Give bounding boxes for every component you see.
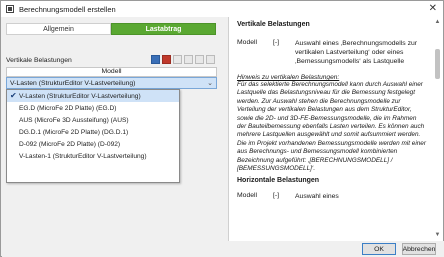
help-property-row: Modell [-] Auswahl eines ‚Berechnungsmod… — [237, 39, 429, 66]
help-pane: Vertikale Belastungen Modell [-] Auswahl… — [228, 17, 443, 241]
dropdown-option[interactable]: EG.D (MicroFe 2D Platte) (EG.D) — [7, 102, 179, 114]
tab-bar: Allgemein Lastabtrag — [6, 23, 217, 35]
close-icon[interactable]: ✕ — [429, 3, 437, 15]
title-bar: Berechnungsmodell erstellen ✕ — [1, 1, 443, 17]
ok-button[interactable]: OK — [362, 243, 396, 255]
dropdown-option[interactable]: V-Lasten-1 (StrukturEditor V-Lastverteil… — [7, 150, 179, 162]
dialog-window: Berechnungsmodell erstellen ✕ Allgemein … — [0, 0, 444, 257]
delete-icon[interactable] — [162, 55, 171, 64]
vertical-loads-row: Vertikale Belastungen — [6, 55, 217, 65]
property-value: Auswahl eines — [295, 193, 339, 201]
scroll-up-icon[interactable]: ▲ — [434, 19, 441, 26]
note-title: Hinweis zu vertikalen Belastungen: — [237, 74, 340, 81]
dropdown-toggle-icon[interactable] — [206, 55, 215, 64]
option-label: V-Lasten-1 (StrukturEditor V-Lastverteil… — [19, 152, 147, 160]
option-label: AUS (MicroFe 3D Aussteifung) (AUS) — [19, 116, 129, 124]
scroll-down-icon[interactable]: ▼ — [434, 232, 441, 239]
vertical-loads-label: Vertikale Belastungen — [6, 56, 72, 64]
check-icon: ✔ — [10, 91, 17, 100]
dropdown-option[interactable]: DG.D.1 (MicroFe 2D Platte) (DG.D.1) — [7, 126, 179, 138]
dialog-footer: OK Abbrechen — [2, 241, 444, 257]
cancel-button[interactable]: Abbrechen — [402, 243, 436, 255]
help-heading-horizontal: Horizontale Belastungen — [237, 177, 320, 185]
property-key: Modell — [237, 39, 258, 46]
dropdown-option[interactable]: ✔ V-Lasten (StrukturEditor V-Lastverteil… — [7, 90, 179, 102]
dropdown-option[interactable]: AUS (MicroFe 3D Aussteifung) (AUS) — [7, 114, 179, 126]
option-label: V-Lasten (StrukturEditor V-Lastverteilun… — [19, 92, 141, 100]
move-up-icon[interactable] — [173, 55, 182, 64]
chevron-down-icon[interactable]: ⌄ — [207, 79, 213, 87]
property-value: Auswahl eines ‚Berechnungsmodells zur ve… — [295, 40, 418, 65]
help-scrollbar[interactable]: ▲ ▼ — [434, 19, 441, 239]
move-down-icon[interactable] — [184, 55, 193, 64]
property-unit: [-] — [273, 192, 280, 200]
left-pane: Allgemein Lastabtrag Vertikale Belastung… — [2, 17, 227, 241]
window-title: Berechnungsmodell erstellen — [19, 4, 116, 14]
help-content: Vertikale Belastungen Modell [-] Auswahl… — [237, 19, 429, 201]
model-column-header: Modell — [6, 67, 217, 77]
note-text: Für das selektierte Berechnungsmodell ka… — [237, 81, 426, 173]
dropdown-option[interactable]: D-092 (MicroFe 2D Platte) (D-092) — [7, 138, 179, 150]
property-unit: [-] — [273, 39, 280, 46]
table-icon[interactable] — [151, 55, 160, 64]
help-heading-vertical: Vertikale Belastungen — [237, 21, 310, 28]
option-label: EG.D (MicroFe 2D Platte) (EG.D) — [19, 104, 117, 112]
toolbar — [151, 55, 215, 64]
property-key: Modell — [237, 192, 258, 200]
help-property-row: Modell [-] Auswahl eines — [237, 192, 429, 201]
model-select-value: V-Lasten (StrukturEditor V-Lastverteilun… — [10, 79, 136, 87]
tab-allgemein[interactable]: Allgemein — [6, 23, 111, 35]
option-label: DG.D.1 (MicroFe 2D Platte) (DG.D.1) — [19, 128, 129, 136]
tab-lastabtrag[interactable]: Lastabtrag — [111, 23, 216, 35]
copy-icon[interactable] — [195, 55, 204, 64]
model-select[interactable]: V-Lasten (StrukturEditor V-Lastverteilun… — [6, 77, 217, 89]
model-dropdown-list: ✔ V-Lasten (StrukturEditor V-Lastverteil… — [6, 89, 180, 183]
scroll-thumb[interactable] — [435, 49, 440, 79]
app-icon — [6, 5, 14, 13]
option-label: D-092 (MicroFe 2D Platte) (D-092) — [19, 140, 121, 148]
